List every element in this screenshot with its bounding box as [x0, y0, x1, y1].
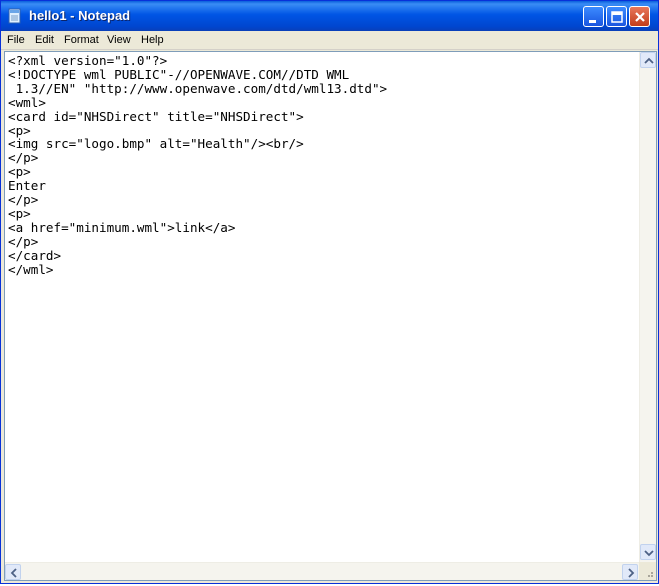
window-title: hello1 - Notepad: [29, 8, 131, 23]
scroll-down-button[interactable]: [640, 544, 656, 560]
document-line: <!DOCTYPE wml PUBLIC"-//OPENWAVE.COM//DT…: [8, 66, 350, 82]
close-button[interactable]: [629, 6, 650, 27]
chevron-down-icon: [644, 550, 654, 557]
title-bar[interactable]: hello1 - Notepad: [1, 1, 658, 31]
menu-bar: File Edit Format View Help: [1, 31, 658, 50]
resize-grip-icon: [648, 572, 653, 577]
document-line: </p>: [8, 150, 39, 166]
document-line: <p>: [8, 164, 31, 180]
menu-view[interactable]: View: [107, 34, 131, 46]
document-line: <a href="minimum.wml">link</a>: [8, 219, 236, 235]
scroll-right-button[interactable]: [622, 564, 638, 580]
document-line: <p>: [8, 122, 31, 138]
maximize-button[interactable]: [606, 6, 627, 27]
chevron-left-icon: [10, 568, 17, 578]
scroll-up-button[interactable]: [640, 52, 656, 68]
document-line: </p>: [8, 192, 39, 208]
menu-format[interactable]: Format: [64, 34, 99, 46]
minimize-icon: [589, 20, 596, 23]
notepad-icon[interactable]: [7, 8, 23, 24]
vertical-scrollbar[interactable]: [639, 52, 656, 562]
document-line: Enter: [8, 178, 46, 194]
document-line: </wml>: [8, 261, 54, 277]
document-line: <wml>: [8, 94, 46, 110]
resize-grip[interactable]: [639, 562, 656, 580]
document-line: </card>: [8, 247, 62, 263]
minimize-button[interactable]: [583, 6, 604, 27]
chevron-up-icon: [644, 57, 654, 64]
menu-file[interactable]: File: [7, 34, 25, 46]
close-icon: [635, 12, 645, 22]
document-line: <img src="logo.bmp" alt="Health"/><br/>: [8, 136, 304, 152]
document-line: <card id="NHSDirect" title="NHSDirect">: [8, 108, 304, 124]
scroll-left-button[interactable]: [5, 564, 21, 580]
text-editor[interactable]: <?xml version="1.0"?> <!DOCTYPE wml PUBLI…: [4, 51, 657, 581]
document-line: <?xml version="1.0"?>: [8, 53, 168, 68]
chevron-right-icon: [628, 568, 635, 578]
document-line: 1.3//EN" "http://www.openwave.com/dtd/wm…: [8, 80, 388, 96]
menu-edit[interactable]: Edit: [35, 34, 54, 46]
maximize-icon: [611, 11, 623, 23]
menu-help[interactable]: Help: [141, 34, 164, 46]
document-line: <p>: [8, 205, 31, 221]
document-text[interactable]: <?xml version="1.0"?> <!DOCTYPE wml PUBLI…: [5, 52, 639, 562]
horizontal-scrollbar[interactable]: [5, 562, 639, 580]
document-line: </p>: [8, 233, 39, 249]
notepad-window: hello1 - Notepad File Edit Format View H…: [0, 0, 659, 584]
